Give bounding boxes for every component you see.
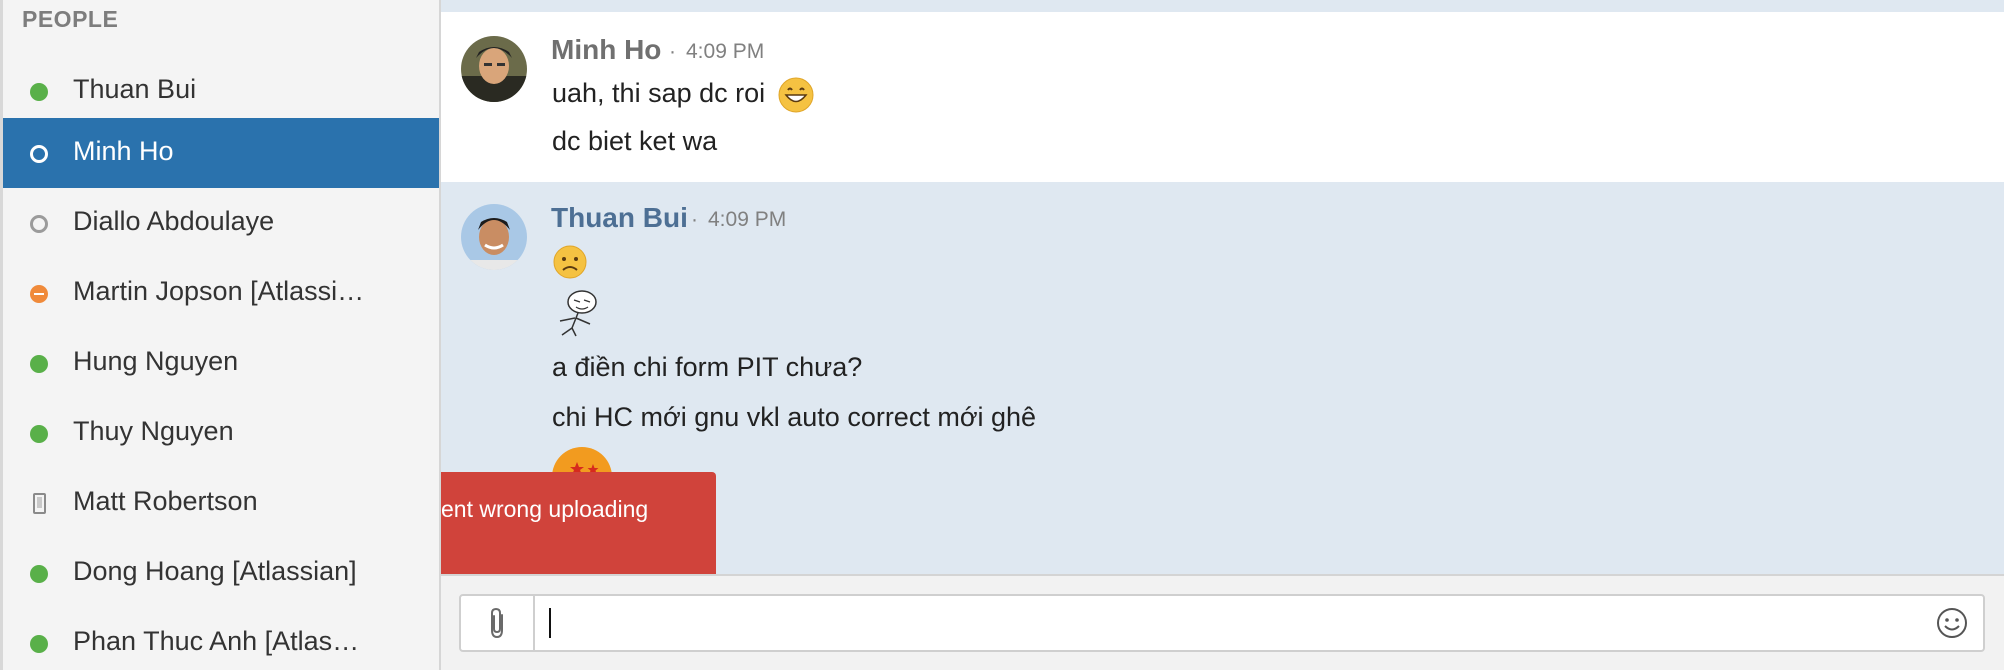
grinning-emoji-icon [778,77,814,113]
upload-error-text: ent wrong uploading [441,496,649,522]
online-status-icon [30,145,48,163]
person-name: Thuan Bui [73,74,197,104]
sidebar-person-dong-hoang[interactable]: Dong Hoang [Atlassian] [3,538,439,608]
avatar[interactable] [461,36,527,102]
message-text: uah, thi sap dc roi [552,76,815,114]
people-section-title: PEOPLE [22,6,119,32]
mobile-status-icon [33,493,46,514]
message-sender[interactable]: Thuan Bui [551,202,688,234]
meme-sticker-icon [559,290,597,337]
previous-message-edge [441,0,2004,12]
sidebar-person-diallo-abdoulaye[interactable]: Diallo Abdoulaye [3,188,439,258]
message-text-content: uah, thi sap dc roi [552,78,766,109]
message-text: a điền chi form PIT chưa? [552,352,863,382]
person-name: Diallo Abdoulaye [73,206,275,236]
sidebar-person-martin-jopson[interactable]: Martin Jopson [Atlassi… [3,258,439,328]
person-name: Thuy Nguyen [73,416,234,446]
person-name: Dong Hoang [Atlassian] [73,556,357,586]
sidebar-person-hung-nguyen[interactable]: Hung Nguyen [3,328,439,398]
sidebar-person-matt-robertson[interactable]: Matt Robertson [3,468,439,538]
message-timestamp: 4:09 PM [686,40,765,63]
person-name: Matt Robertson [73,486,258,516]
person-name: Minh Ho [73,136,174,166]
person-name: Hung Nguyen [73,346,239,376]
chat-app-window: PEOPLE Thuan Bui Minh Ho Diallo Abdoulay… [0,0,2004,670]
person-name: Martin Jopson [Atlassi… [73,276,365,306]
online-status-icon [30,635,48,653]
people-sidebar: PEOPLE Thuan Bui Minh Ho Diallo Abdoulay… [0,0,441,670]
message-composer [441,574,2004,670]
separator-dot: · [691,208,698,231]
avatar-photo-icon [461,36,527,102]
message-input-box[interactable] [459,594,1985,652]
message-group: Minh Ho · 4:09 PM uah, thi sap dc roi dc… [441,12,2004,182]
avatar[interactable] [461,204,527,270]
online-status-icon [30,355,48,373]
sidebar-person-phan-thuc-anh[interactable]: Phan Thuc Anh [Atlas… [3,608,439,670]
message-sender[interactable]: Minh Ho [551,34,661,66]
separator-dot: · [669,40,676,63]
paperclip-icon [491,607,503,639]
avatar-photo-icon [461,204,527,270]
upload-error-tooltip: ent wrong uploading [441,472,716,594]
sidebar-person-thuy-nguyen[interactable]: Thuy Nguyen [3,398,439,468]
person-name: Phan Thuc Anh [Atlas… [73,626,360,656]
online-status-icon [30,83,48,101]
text-cursor [549,608,551,638]
message-text: dc biet ket wa [552,126,718,156]
sidebar-person-minh-ho[interactable]: Minh Ho [3,118,439,188]
do-not-disturb-status-icon [30,285,48,303]
message-text: chi HC mới gnu vkl auto correct mới ghê [552,402,1037,432]
sidebar-person-thuan-bui[interactable]: Thuan Bui [3,56,439,126]
frowning-emoji-icon [553,245,587,279]
attach-file-button[interactable] [461,596,535,650]
online-status-icon [30,565,48,583]
offline-status-icon [30,215,48,233]
smiley-icon[interactable] [1935,606,1969,640]
online-status-icon [30,425,48,443]
message-timestamp: 4:09 PM [708,208,787,231]
